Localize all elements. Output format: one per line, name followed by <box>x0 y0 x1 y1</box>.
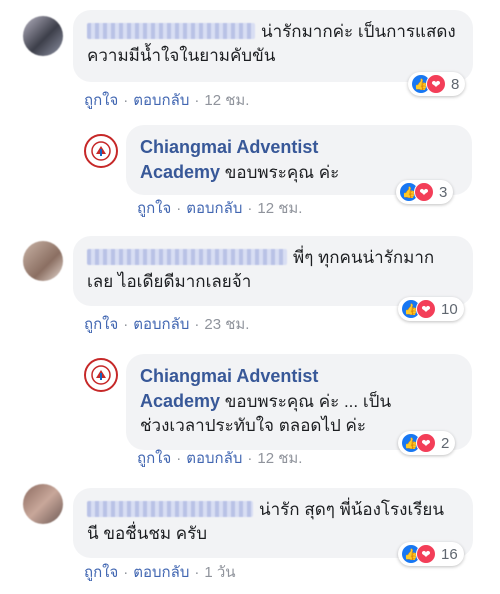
comment-time[interactable]: 1 วัน <box>204 564 235 581</box>
separator: · <box>123 92 129 109</box>
separator: · <box>176 200 182 217</box>
reply-link[interactable]: ตอบกลับ <box>133 316 189 333</box>
separator: · <box>194 92 200 109</box>
heart-icon: ❤ <box>414 182 434 202</box>
avatar[interactable] <box>23 241 63 281</box>
separator: · <box>123 564 129 581</box>
like-link[interactable]: ถูกใจ <box>84 316 118 333</box>
comment-text-line2: ความมีน้ำใจในยามคับขัน <box>87 46 276 65</box>
comment-bubble: พี่ๆ ทุกคนน่ารักมาก เลย ไอเดียดีมากเลยจ้… <box>73 236 473 306</box>
reply-time[interactable]: 12 ชม. <box>257 200 302 217</box>
like-link[interactable]: ถูกใจ <box>84 564 118 581</box>
comment-time[interactable]: 23 ชม. <box>204 316 249 333</box>
separator: · <box>123 316 129 333</box>
comment-time[interactable]: 12 ชม. <box>204 92 249 109</box>
reaction-count: 3 <box>439 183 448 201</box>
school-logo-icon[interactable] <box>84 358 118 392</box>
comment-bubble: น่ารักมากค่ะ เป็นการแสดง ความมีน้ำใจในยา… <box>73 10 473 82</box>
like-link[interactable]: ถูกใจ <box>137 200 171 217</box>
heart-icon: ❤ <box>426 74 446 94</box>
reply-actions: ถูกใจ · ตอบกลับ · 12 ชม. <box>137 446 302 470</box>
comment-actions: ถูกใจ · ตอบกลับ · 23 ชม. <box>84 312 249 336</box>
heart-icon: ❤ <box>416 433 436 453</box>
separator: · <box>194 316 200 333</box>
heart-icon: ❤ <box>416 544 436 564</box>
reply-text-line2: ช่วงเวลาประทับใจ ตลอดไป ค่ะ <box>140 416 367 435</box>
reply-link[interactable]: ตอบกลับ <box>133 564 189 581</box>
comment-text-line1: น่ารัก สุดๆ พี่น้องโรงเรียน <box>259 500 445 519</box>
page-name-line1[interactable]: Chiangmai Adventist <box>140 366 318 386</box>
reaction-count: 10 <box>441 300 458 318</box>
separator: · <box>247 200 253 217</box>
avatar[interactable] <box>23 16 63 56</box>
page-name-line2[interactable]: Academy <box>140 162 220 182</box>
comment-text-line2: เลย ไอเดียดีมากเลยจ้า <box>87 272 252 291</box>
comment-actions: ถูกใจ · ตอบกลับ · 1 วัน <box>84 560 236 584</box>
reaction-count: 8 <box>451 75 460 93</box>
reaction-summary[interactable]: 👍 ❤ 10 <box>398 297 464 321</box>
reply-time[interactable]: 12 ชม. <box>257 450 302 467</box>
school-logo-icon[interactable] <box>84 134 118 168</box>
reply-text-line1: ขอบพระคุณ ค่ะ ... เป็น <box>224 392 392 411</box>
reaction-summary[interactable]: 👍 ❤ 2 <box>398 431 456 455</box>
comment-actions: ถูกใจ · ตอบกลับ · 12 ชม. <box>84 88 249 112</box>
heart-icon: ❤ <box>416 299 436 319</box>
reply-text-line1: ขอบพระคุณ ค่ะ <box>224 163 340 182</box>
comment-text-line1: น่ารักมากค่ะ เป็นการแสดง <box>261 22 456 41</box>
reaction-summary[interactable]: 👍 ❤ 16 <box>398 542 464 566</box>
comment-text-line2: นี ขอชื่นชม ครับ <box>87 524 208 543</box>
commenter-name-blurred[interactable] <box>87 501 253 517</box>
reaction-count: 16 <box>441 545 458 563</box>
reaction-summary[interactable]: 👍 ❤ 3 <box>396 180 454 204</box>
avatar[interactable] <box>23 484 63 524</box>
separator: · <box>247 450 253 467</box>
commenter-name-blurred[interactable] <box>87 249 287 265</box>
reaction-summary[interactable]: 👍 ❤ 8 <box>408 72 466 96</box>
reply-link[interactable]: ตอบกลับ <box>186 200 242 217</box>
reply-link[interactable]: ตอบกลับ <box>186 450 242 467</box>
separator: · <box>176 450 182 467</box>
separator: · <box>194 564 200 581</box>
reply-actions: ถูกใจ · ตอบกลับ · 12 ชม. <box>137 196 302 220</box>
like-link[interactable]: ถูกใจ <box>137 450 171 467</box>
commenter-name-blurred[interactable] <box>87 23 255 39</box>
reaction-count: 2 <box>441 434 450 452</box>
reply-link[interactable]: ตอบกลับ <box>133 92 189 109</box>
page-name-line2[interactable]: Academy <box>140 391 220 411</box>
comment-text-line1: พี่ๆ ทุกคนน่ารักมาก <box>293 248 435 267</box>
like-link[interactable]: ถูกใจ <box>84 92 118 109</box>
page-name-line1[interactable]: Chiangmai Adventist <box>140 137 318 157</box>
